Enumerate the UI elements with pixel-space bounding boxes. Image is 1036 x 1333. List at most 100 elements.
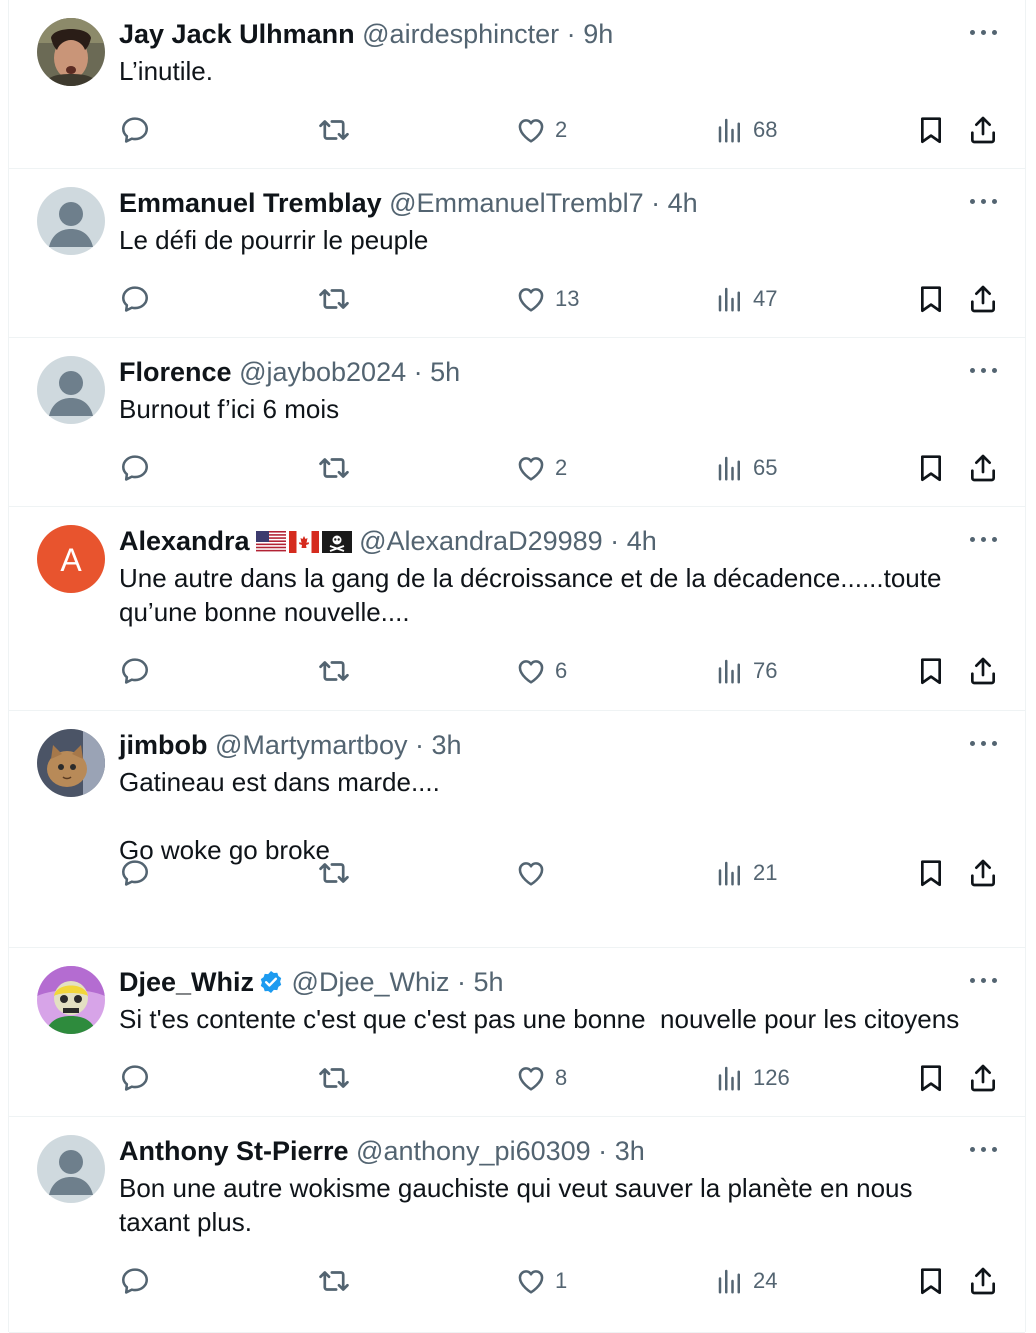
author-name[interactable]: jimbob — [119, 730, 208, 760]
views-button[interactable]: 65 — [715, 450, 777, 486]
more-icon[interactable] — [969, 1139, 999, 1159]
author-name[interactable]: Emmanuel Tremblay — [119, 188, 382, 218]
more-icon[interactable] — [969, 529, 999, 549]
timestamp[interactable]: 5h — [430, 357, 460, 387]
more-icon[interactable] — [969, 970, 999, 990]
reply-button[interactable] — [119, 653, 151, 689]
author-name[interactable]: Jay Jack Ulhmann — [119, 19, 355, 49]
share-button[interactable] — [967, 1263, 999, 1299]
reply-button[interactable] — [119, 855, 151, 891]
author-name[interactable]: Djee_Whiz — [119, 967, 254, 997]
like-button[interactable]: 6 — [515, 653, 567, 689]
retweet-icon — [319, 120, 349, 140]
tweet-text: Bon une autre wokisme gauchiste qui veut… — [119, 1173, 920, 1237]
author-handle[interactable]: @EmmanuelTrembl7 — [389, 188, 643, 218]
timestamp[interactable]: 3h — [615, 1136, 645, 1166]
share-button[interactable] — [967, 281, 999, 317]
timestamp[interactable]: 4h — [627, 526, 657, 556]
tweet-text: Le défi de pourrir le peuple — [119, 225, 429, 255]
bookmark-button[interactable] — [915, 855, 947, 891]
like-icon — [518, 457, 544, 481]
share-button[interactable] — [967, 1060, 999, 1096]
like-button[interactable]: 2 — [515, 450, 567, 486]
timestamp[interactable]: 4h — [668, 188, 698, 218]
bookmark-button[interactable] — [915, 1060, 947, 1096]
avatar[interactable]: A — [37, 525, 105, 593]
reply-button[interactable] — [119, 112, 151, 148]
views-button[interactable]: 21 — [715, 855, 777, 891]
avatar[interactable] — [37, 356, 105, 424]
author-handle[interactable]: @anthony_pi60309 — [356, 1136, 591, 1166]
bookmark-button[interactable] — [915, 281, 947, 317]
bookmark-button[interactable] — [915, 112, 947, 148]
tweet-header: Emmanuel Tremblay @EmmanuelTrembl7 · 4h — [119, 183, 698, 223]
bookmark-icon — [921, 455, 941, 482]
reply-button[interactable] — [119, 281, 151, 317]
like-button[interactable]: 2 — [515, 112, 567, 148]
retweet-button[interactable] — [317, 855, 351, 891]
share-button[interactable] — [967, 112, 999, 148]
reply-button[interactable] — [119, 1263, 151, 1299]
like-icon — [518, 288, 544, 312]
views-button[interactable]: 76 — [715, 653, 777, 689]
tweet[interactable]: Djee_Whiz @Djee_Whiz · 5h Si t'es content… — [9, 948, 1025, 1117]
retweet-button[interactable] — [317, 1263, 351, 1299]
like-button[interactable]: 1 — [515, 1263, 567, 1299]
author-handle[interactable]: @AlexandraD29989 — [359, 526, 603, 556]
timestamp[interactable]: 9h — [583, 19, 613, 49]
tweet-actions: 13 47 — [9, 281, 1025, 317]
retweet-button[interactable] — [317, 450, 351, 486]
like-count: 2 — [555, 117, 568, 142]
reply-button[interactable] — [119, 450, 151, 486]
author-name[interactable]: Alexandra — [119, 526, 250, 556]
like-button[interactable]: 8 — [515, 1060, 567, 1096]
tweet[interactable]: A Alexandra @AlexandraD29989 · 4h Une autr… — [9, 507, 1025, 711]
avatar[interactable] — [37, 966, 105, 1034]
more-icon[interactable] — [969, 191, 999, 211]
share-icon — [971, 657, 995, 685]
like-button[interactable] — [515, 855, 555, 891]
share-button[interactable] — [967, 653, 999, 689]
share-button[interactable] — [967, 855, 999, 891]
views-button[interactable]: 24 — [715, 1263, 777, 1299]
timestamp[interactable]: 5h — [474, 967, 504, 997]
svg-text:A: A — [60, 542, 82, 578]
timestamp[interactable]: 3h — [432, 730, 462, 760]
tweet-header: jimbob @Martymartboy · 3h — [119, 725, 462, 765]
reply-button[interactable] — [119, 1060, 151, 1096]
tweet[interactable]: Florence @jaybob2024 · 5h Burnout f’ici 6… — [9, 338, 1025, 507]
bookmark-button[interactable] — [915, 1263, 947, 1299]
like-button[interactable]: 13 — [515, 281, 579, 317]
avatar[interactable] — [37, 18, 105, 86]
retweet-button[interactable] — [317, 1060, 351, 1096]
author-name[interactable]: Anthony St-Pierre — [119, 1136, 349, 1166]
author-name[interactable]: Florence — [119, 357, 232, 387]
tweet[interactable]: Jay Jack Ulhmann @airdesphincter · 9h L’i… — [9, 0, 1025, 169]
more-icon[interactable] — [969, 733, 999, 753]
author-handle[interactable]: @jaybob2024 — [239, 357, 406, 387]
like-icon — [518, 119, 544, 143]
separator-dot: · — [566, 19, 576, 49]
author-handle[interactable]: @Djee_Whiz — [292, 967, 450, 997]
retweet-button[interactable] — [317, 112, 351, 148]
share-button[interactable] — [967, 450, 999, 486]
author-handle[interactable]: @airdesphincter — [362, 19, 559, 49]
retweet-button[interactable] — [317, 281, 351, 317]
tweet[interactable]: Emmanuel Tremblay @EmmanuelTrembl7 · 4h L… — [9, 169, 1025, 338]
tweet-actions: 2 65 — [9, 450, 1025, 486]
more-icon[interactable] — [969, 22, 999, 42]
bookmark-button[interactable] — [915, 450, 947, 486]
avatar[interactable] — [37, 187, 105, 255]
avatar[interactable] — [37, 1135, 105, 1203]
bookmark-button[interactable] — [915, 653, 947, 689]
tweet[interactable]: jimbob @Martymartboy · 3h Gatineau est da… — [9, 711, 1025, 948]
avatar[interactable] — [37, 729, 105, 797]
author-handle[interactable]: @Martymartboy — [215, 730, 407, 760]
views-button[interactable]: 126 — [715, 1060, 790, 1096]
tweet[interactable]: Anthony St-Pierre @anthony_pi60309 · 3h B… — [9, 1117, 1025, 1333]
more-icon[interactable] — [969, 360, 999, 380]
reply-icon — [122, 860, 149, 886]
views-button[interactable]: 68 — [715, 112, 777, 148]
retweet-button[interactable] — [317, 653, 351, 689]
views-button[interactable]: 47 — [715, 281, 777, 317]
